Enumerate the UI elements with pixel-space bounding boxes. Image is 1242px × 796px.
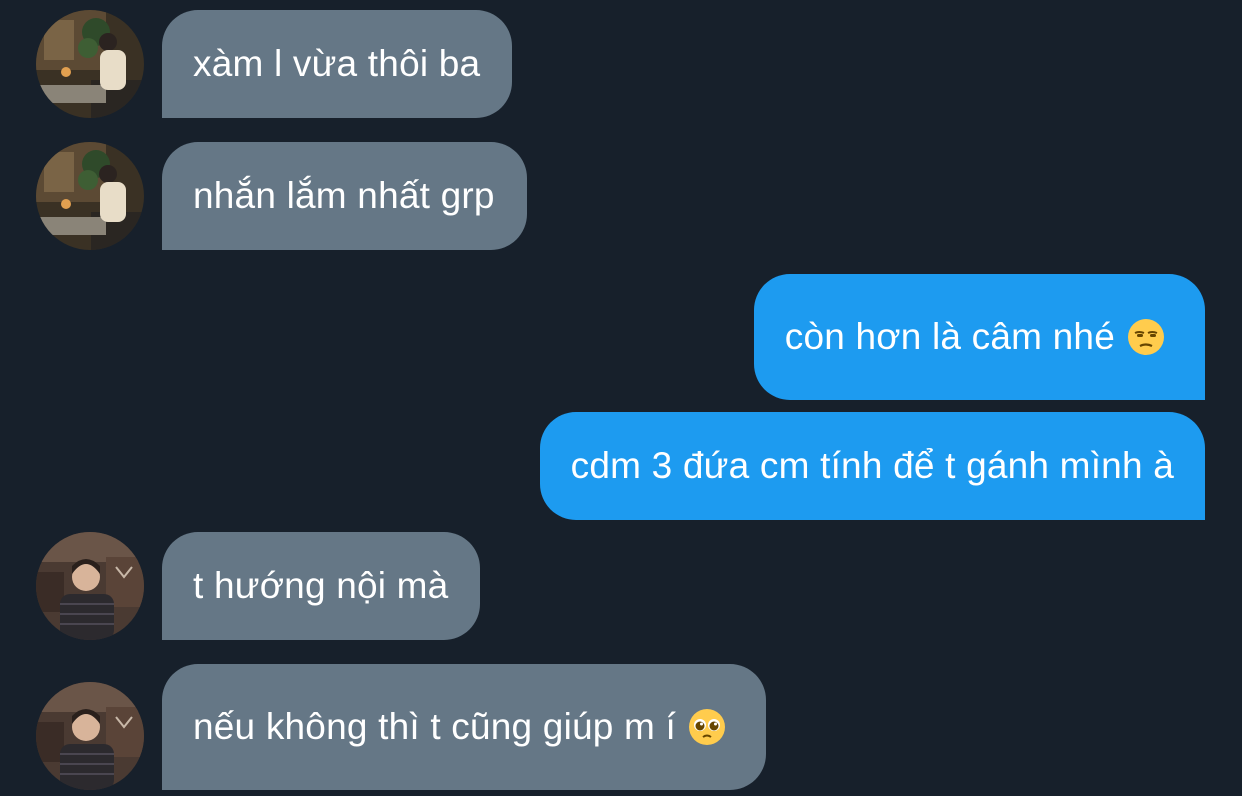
message-text: còn hơn là câm nhé: [784, 316, 1115, 357]
incoming-message-bubble[interactable]: nếu không thì t cũng giúp m í: [162, 664, 767, 790]
photo-avatar-icon: [36, 682, 144, 790]
message-text: cdm 3 đứa cm tính để t gánh mình à: [570, 445, 1174, 486]
message-text: t hướng nội mà: [193, 565, 449, 606]
sender-avatar[interactable]: [36, 10, 144, 118]
incoming-message-bubble[interactable]: nhắn lắm nhất grp: [162, 142, 527, 250]
incoming-message-bubble[interactable]: t hướng nội mà: [162, 532, 481, 640]
photo-avatar-icon: [36, 142, 144, 250]
sender-avatar[interactable]: [36, 532, 144, 640]
sender-avatar[interactable]: [36, 682, 144, 790]
unamused-face-emoji-icon: [1127, 318, 1165, 356]
photo-avatar-icon: [36, 10, 144, 118]
photo-avatar-icon: [36, 532, 144, 640]
incoming-message-bubble[interactable]: xàm l vừa thôi ba: [162, 10, 513, 118]
pleading-face-emoji-icon: [688, 708, 726, 746]
message-text: nếu không thì t cũng giúp m í: [193, 706, 677, 747]
outgoing-message-bubble[interactable]: còn hơn là câm nhé: [753, 274, 1205, 400]
sender-avatar[interactable]: [36, 142, 144, 250]
message-text: nhắn lắm nhất grp: [193, 175, 495, 216]
outgoing-message-bubble[interactable]: cdm 3 đứa cm tính để t gánh mình à: [539, 412, 1205, 520]
chat-conversation: xàm l vừa thôi ba nhắn lắm nhất grp còn …: [0, 0, 1242, 796]
message-text: xàm l vừa thôi ba: [193, 43, 481, 84]
